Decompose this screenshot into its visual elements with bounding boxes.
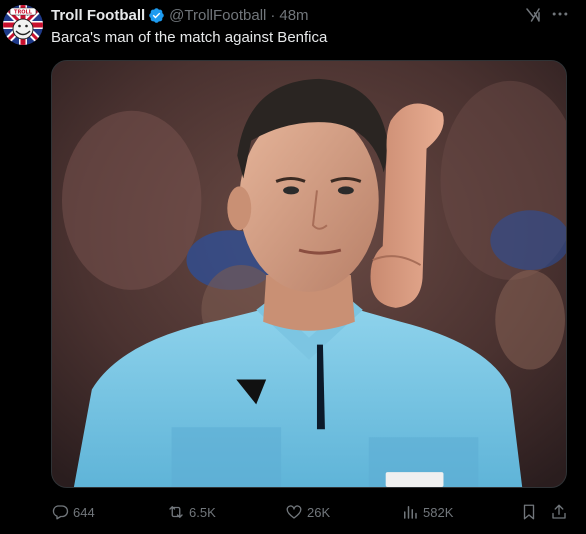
like-count: 26K — [307, 504, 331, 520]
share-button[interactable] — [550, 500, 572, 524]
tweet-actions: 644 6.5K 26K 582K — [51, 500, 571, 524]
heart-icon — [285, 503, 303, 521]
like-button[interactable]: 26K — [285, 500, 330, 524]
display-name[interactable]: Troll Football — [51, 7, 145, 24]
avatar[interactable]: TROLL — [3, 5, 43, 45]
tweet-media-photo[interactable] — [51, 60, 567, 488]
more-icon[interactable] — [549, 4, 571, 24]
timestamp[interactable]: 48m — [279, 7, 308, 24]
retweet-count: 6.5K — [189, 504, 216, 520]
reply-icon — [51, 503, 69, 521]
tweet-header: Troll Football @TrollFootball · 48m — [51, 5, 309, 25]
user-handle[interactable]: @TrollFootball — [169, 7, 266, 24]
union-jack-troll-face-avatar-icon: TROLL — [3, 5, 43, 45]
grok-icon[interactable] — [524, 6, 542, 24]
referee-photo-icon — [52, 61, 566, 487]
retweet-button[interactable]: 6.5K — [167, 500, 216, 524]
share-icon — [550, 503, 568, 521]
bookmark-button[interactable] — [520, 500, 542, 524]
separator-dot: · — [270, 6, 276, 24]
verified-badge-icon[interactable] — [148, 7, 165, 24]
retweet-icon — [167, 503, 185, 521]
reply-count: 644 — [73, 504, 95, 520]
reply-button[interactable]: 644 — [51, 500, 95, 524]
views-button[interactable]: 582K — [401, 500, 453, 524]
views-count: 582K — [423, 504, 454, 520]
tweet[interactable]: TROLL Troll Football @TrollFootball · 48… — [0, 0, 586, 534]
tweet-text: Barca's man of the match against Benfica — [51, 29, 328, 46]
bookmark-icon — [520, 503, 538, 521]
svg-text:TROLL: TROLL — [14, 10, 33, 16]
views-chart-icon — [401, 503, 419, 521]
